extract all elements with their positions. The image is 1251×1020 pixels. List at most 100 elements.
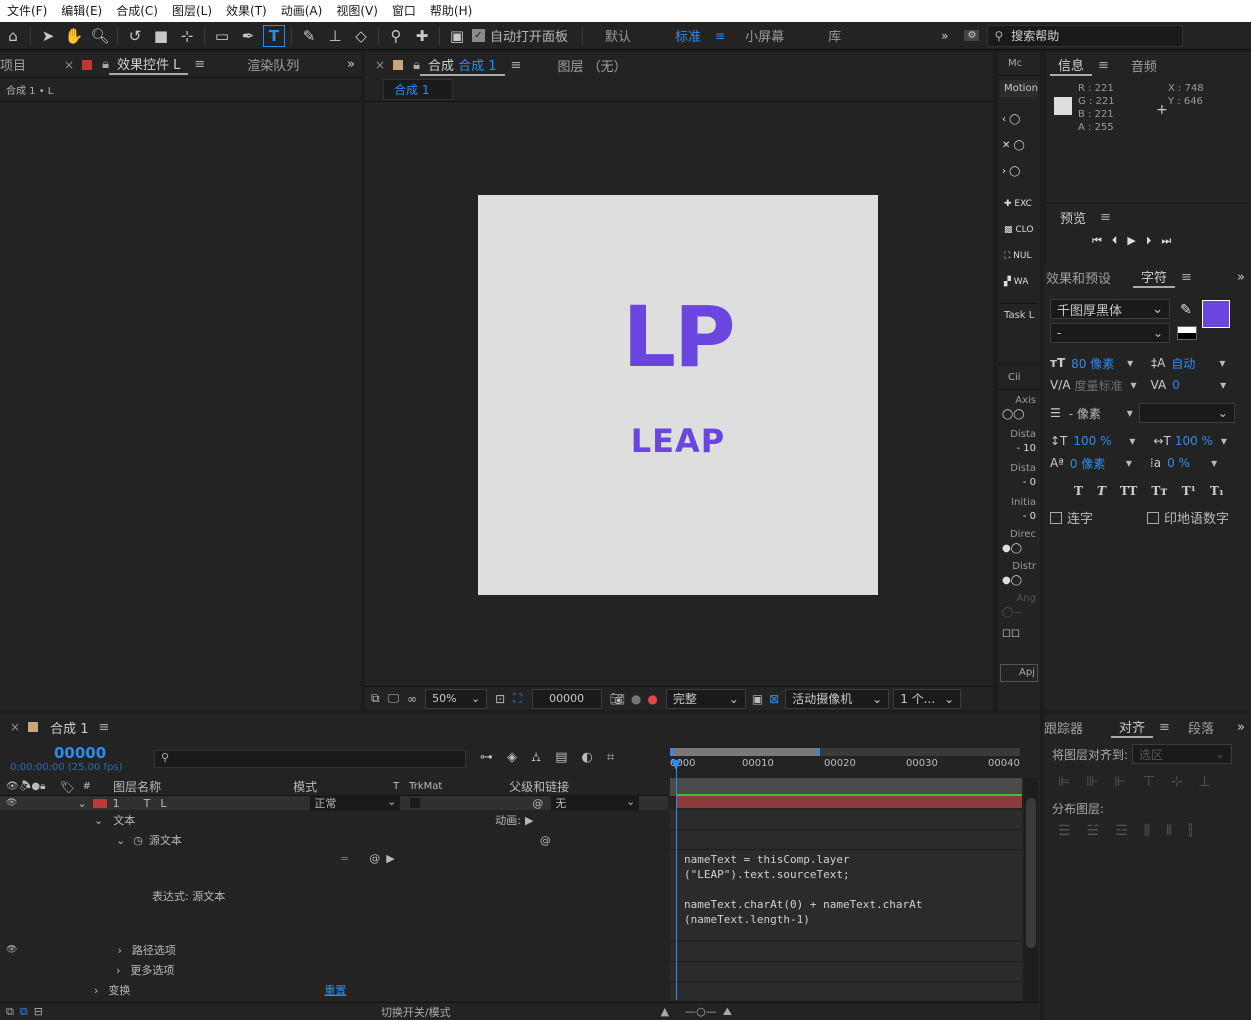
- mask-icon[interactable]: ⛶: [513, 691, 521, 706]
- lock-icon[interactable]: 🔒︎: [413, 58, 420, 73]
- workspace-small-screen[interactable]: 小屏幕: [745, 26, 784, 45]
- workspace-default[interactable]: 默认: [605, 26, 631, 45]
- region-of-interest-icon[interactable]: ▣: [752, 692, 763, 706]
- work-area-bar[interactable]: [670, 748, 1020, 756]
- panel-menu-icon[interactable]: ≡: [1100, 210, 1111, 225]
- eye-icon[interactable]: 👁︎: [6, 798, 17, 808]
- layer-switches-icon[interactable]: ⧉: [6, 1005, 14, 1019]
- first-frame-icon[interactable]: ⏮: [1092, 234, 1102, 248]
- menu-composition[interactable]: 合成(C): [109, 0, 165, 22]
- rotate-tool-icon[interactable]: ↺: [124, 25, 146, 47]
- align-bottom-icon[interactable]: ⊥: [1199, 774, 1211, 790]
- menu-help[interactable]: 帮助(H): [423, 0, 479, 22]
- align-vcenter-icon[interactable]: ⊹: [1171, 774, 1183, 790]
- chevron-down-icon[interactable]: ⌄: [116, 834, 125, 847]
- font-style-dropdown[interactable]: - ⌄: [1050, 323, 1170, 343]
- prev-frame-icon[interactable]: ⏴: [1112, 234, 1118, 248]
- transfer-controls-icon[interactable]: ⧉: [20, 1005, 28, 1019]
- current-time-field[interactable]: 00000: [531, 688, 602, 709]
- source-text-row[interactable]: ⌄ ◷ 源文本 @: [0, 830, 668, 850]
- pan-behind-tool-icon[interactable]: ⊹: [176, 25, 198, 47]
- distribute-hcenter-icon[interactable]: ⫴: [1166, 823, 1172, 839]
- mode-dropdown[interactable]: 正常 ⌄: [310, 795, 401, 811]
- comp-viewport[interactable]: LP LEAP: [365, 104, 993, 684]
- motion-excite[interactable]: ✚ EXC: [1004, 191, 1034, 217]
- fill-color-swatch[interactable]: [1202, 300, 1230, 328]
- distribute-vcenter-icon[interactable]: ☱: [1087, 823, 1100, 839]
- work-area-fill[interactable]: [670, 748, 820, 756]
- motion-null[interactable]: ⛶ NUL: [1004, 243, 1034, 269]
- current-time-indicator[interactable]: [676, 760, 677, 1000]
- more-options-row[interactable]: › 更多选项: [0, 960, 668, 980]
- workspace-sync-icon[interactable]: ⚙: [964, 30, 980, 41]
- menu-animation[interactable]: 动画(A): [274, 0, 330, 22]
- timeline-tab[interactable]: 合成 1: [50, 718, 88, 737]
- tab-effect-controls[interactable]: 效果控件 L: [109, 54, 189, 75]
- small-caps-button[interactable]: Tт: [1151, 484, 1167, 498]
- workspace-library[interactable]: 库: [828, 26, 841, 45]
- axis-radio[interactable]: ◯◯: [1002, 408, 1036, 422]
- motion-clone[interactable]: ▩ CLO: [1004, 217, 1034, 243]
- monitor-icon[interactable]: 🖵︎: [388, 691, 400, 706]
- panel-menu-icon[interactable]: ≡: [1098, 58, 1109, 73]
- lock-icon[interactable]: 🔒︎: [102, 57, 109, 72]
- workspace-menu-icon[interactable]: ≡: [715, 29, 725, 43]
- distance2-field[interactable]: - 0: [1002, 476, 1036, 490]
- panel-menu-icon[interactable]: ≡: [1181, 270, 1192, 285]
- comp-canvas[interactable]: LP LEAP: [478, 195, 878, 595]
- reset-link[interactable]: 重置: [324, 982, 346, 998]
- chevron-down-icon[interactable]: ▾: [1130, 378, 1136, 392]
- col-t[interactable]: T: [393, 781, 409, 792]
- eye-icon[interactable]: 👁︎: [6, 945, 17, 955]
- text-group-row[interactable]: ⌄ 文本 动画: ▶: [0, 810, 668, 830]
- chevron-down-icon[interactable]: ▾: [1127, 356, 1133, 370]
- transform-row[interactable]: › 变换 重置: [0, 980, 668, 1000]
- distribute-top-icon[interactable]: ☰: [1058, 823, 1071, 839]
- layer-bar[interactable]: [676, 794, 1022, 808]
- motion-prev-icon[interactable]: ‹ ◯: [1002, 107, 1036, 133]
- next-frame-icon[interactable]: ⏵: [1146, 234, 1152, 248]
- vr-icon[interactable]: ∞: [407, 692, 417, 706]
- panel-menu-icon[interactable]: ≡: [511, 58, 522, 73]
- puppet-pin-icon[interactable]: ✚: [411, 25, 433, 47]
- distribute-bottom-icon[interactable]: ☲: [1115, 823, 1128, 839]
- chevron-down-icon[interactable]: ▾: [1219, 356, 1225, 370]
- parent-dropdown[interactable]: 无 ⌄: [551, 795, 640, 811]
- align-right-icon[interactable]: ⊩: [1114, 774, 1126, 790]
- panel-overflow-icon[interactable]: »: [1237, 720, 1245, 735]
- zoom-in-icon[interactable]: ⛰: [723, 1005, 732, 1019]
- timeline-scrollbar[interactable]: [1024, 778, 1038, 1002]
- faux-italic-button[interactable]: T: [1097, 484, 1106, 498]
- camera-dropdown[interactable]: 活动摄像机 ⌄: [785, 688, 890, 709]
- pen-tool-icon[interactable]: ✒: [237, 25, 259, 47]
- tab-layer[interactable]: 图层 （无）: [549, 56, 634, 75]
- tsume-value[interactable]: 0 %: [1167, 456, 1211, 470]
- panel-overflow-icon[interactable]: »: [1237, 270, 1245, 285]
- always-preview-icon[interactable]: ⧉: [371, 691, 380, 706]
- graph-editor-icon[interactable]: ⌗: [607, 750, 614, 767]
- kerning-value[interactable]: 度量标准: [1074, 377, 1130, 394]
- menu-view[interactable]: 视图(V): [329, 0, 385, 22]
- brush-tool-icon[interactable]: ✎: [298, 25, 320, 47]
- playhead-icon[interactable]: [671, 760, 681, 770]
- leading-value[interactable]: 自动: [1171, 355, 1219, 372]
- pickwhip-icon[interactable]: @: [532, 797, 543, 810]
- draft-3d-icon[interactable]: ◈: [507, 750, 517, 767]
- hand-tool-icon[interactable]: ✋: [63, 25, 85, 47]
- close-tab-icon[interactable]: ×: [64, 58, 74, 72]
- roto-brush-icon[interactable]: ⚲: [385, 25, 407, 47]
- chevron-down-icon[interactable]: ▾: [1221, 434, 1227, 448]
- tab-effects-presets[interactable]: 效果和预设: [1044, 268, 1119, 287]
- panel-menu-icon[interactable]: ≡: [98, 720, 109, 735]
- panel-menu-icon[interactable]: ≡: [194, 57, 205, 72]
- distance-field[interactable]: - 10: [1002, 442, 1036, 456]
- zoom-out-icon[interactable]: ▲: [661, 1005, 669, 1018]
- camera-tool-icon[interactable]: ■: [150, 25, 172, 47]
- tab-project[interactable]: 项目: [0, 55, 34, 74]
- pickwhip-icon[interactable]: @: [540, 834, 551, 847]
- toggle-switches-modes[interactable]: 切换开关/模式: [381, 1004, 451, 1020]
- stamp-tool-icon[interactable]: ⊥: [324, 25, 346, 47]
- transparency-grid-icon[interactable]: ⊠: [769, 692, 779, 706]
- logo-text-layer[interactable]: LP: [478, 287, 878, 387]
- selection-tool-icon[interactable]: ➤: [37, 25, 59, 47]
